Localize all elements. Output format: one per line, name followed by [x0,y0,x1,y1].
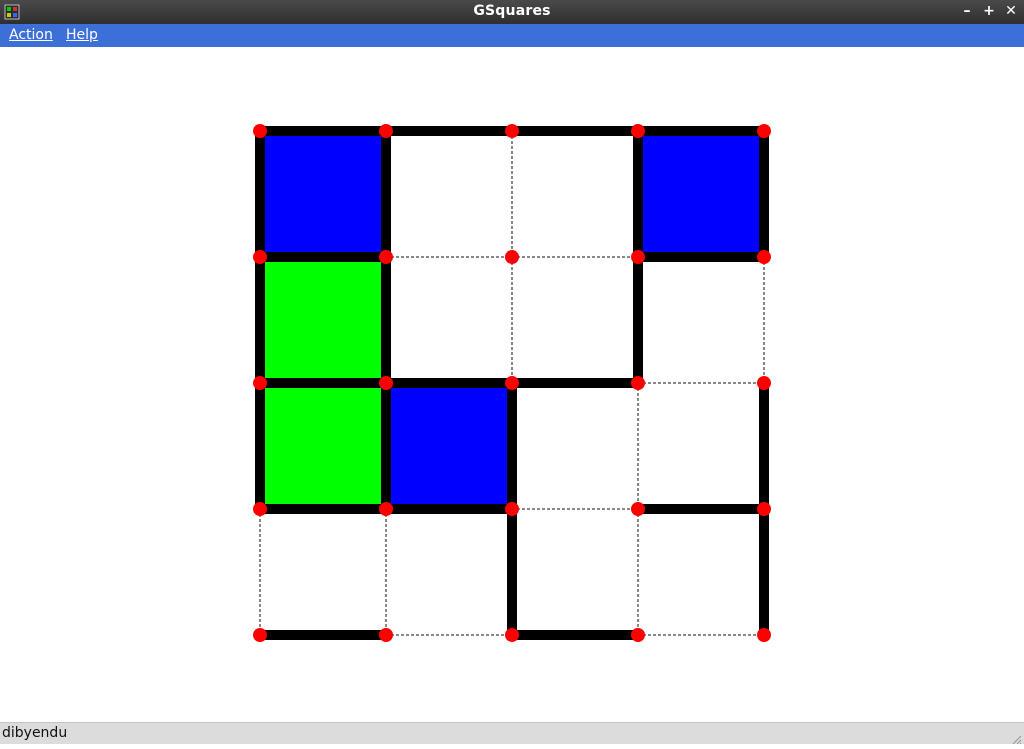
dot-r0c4 [757,124,771,138]
dot-r1c0 [253,250,267,264]
status-bar: dibyendu [0,722,1024,745]
board-canvas[interactable] [0,47,1024,722]
dot-r0c1 [379,124,393,138]
close-button[interactable]: ✕ [1004,2,1018,20]
dot-r2c4 [757,376,771,390]
dot-r4c2 [505,628,519,642]
dot-r0c3 [631,124,645,138]
status-player-name: dibyendu [2,725,68,741]
dot-r0c0 [253,124,267,138]
box-green-r2c0 [260,383,386,509]
dot-r4c0 [253,628,267,642]
maximize-button[interactable]: + [982,2,996,20]
dot-r4c3 [631,628,645,642]
title-bar: GSquares – + ✕ [0,0,1024,24]
resize-grip-icon[interactable] [1010,730,1022,745]
dot-r1c1 [379,250,393,264]
box-blue-r2c1 [386,383,512,509]
box-blue-r0c0 [260,131,386,257]
dot-r1c2 [505,250,519,264]
window-title: GSquares [473,3,551,19]
box-green-r1c0 [260,257,386,383]
dot-r0c2 [505,124,519,138]
dot-r2c3 [631,376,645,390]
dot-r3c0 [253,502,267,516]
game-board [0,47,1024,722]
menu-bar: Action Help [0,24,1024,47]
dot-r4c1 [379,628,393,642]
dot-r3c4 [757,502,771,516]
menu-action[interactable]: Action [9,27,53,43]
minimize-button[interactable]: – [960,2,974,20]
dot-r1c4 [757,250,771,264]
menu-help[interactable]: Help [66,27,98,43]
dot-r1c3 [631,250,645,264]
dot-r3c3 [631,502,645,516]
dot-r3c2 [505,502,519,516]
dot-r2c0 [253,376,267,390]
dot-r2c2 [505,376,519,390]
window-controls: – + ✕ [960,2,1018,20]
dot-r2c1 [379,376,393,390]
box-blue-r0c3 [638,131,764,257]
dot-r4c4 [757,628,771,642]
dot-r3c1 [379,502,393,516]
